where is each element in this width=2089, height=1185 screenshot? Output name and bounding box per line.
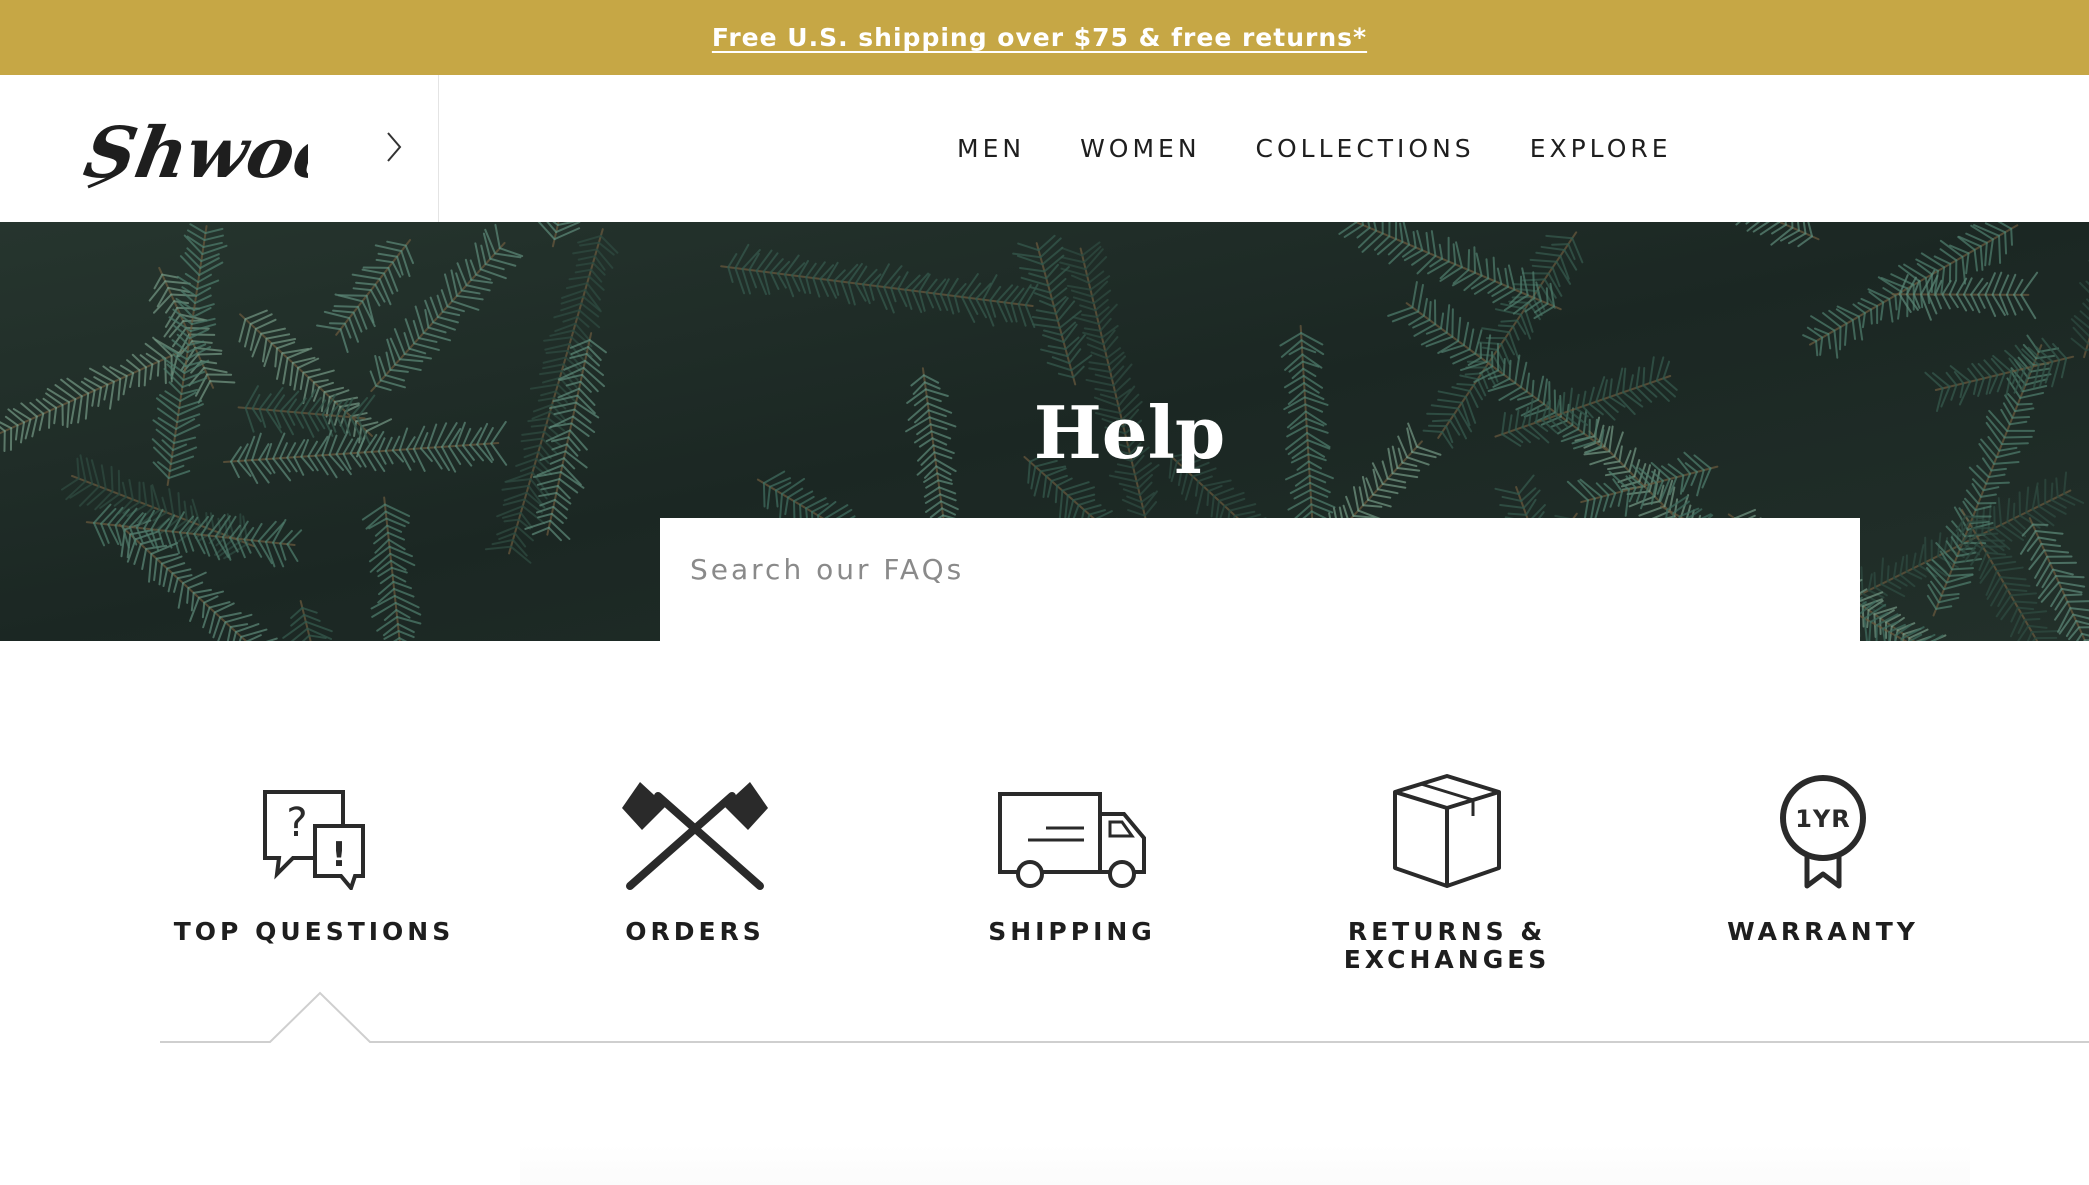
page-title: Help — [0, 390, 2089, 475]
category-tab-indicator — [0, 760, 2089, 1060]
shwood-logo[interactable]: Shwood — [78, 95, 308, 210]
promo-link[interactable]: Free U.S. shipping over $75 & free retur… — [712, 23, 1367, 52]
main-nav: MEN WOMEN COLLECTIONS EXPLORE — [957, 75, 1672, 222]
site-header: Shwood MEN WOMEN COLLECTIONS EXPLORE — [0, 75, 2089, 223]
nav-women[interactable]: WOMEN — [1080, 134, 1200, 163]
promo-bar: Free U.S. shipping over $75 & free retur… — [0, 0, 2089, 75]
faq-search-input[interactable] — [660, 518, 1860, 641]
content-area-edge — [520, 1145, 1970, 1185]
logo-cell: Shwood — [0, 75, 439, 222]
nav-explore[interactable]: EXPLORE — [1530, 134, 1672, 163]
nav-men[interactable]: MEN — [957, 134, 1025, 163]
nav-collections[interactable]: COLLECTIONS — [1256, 134, 1475, 163]
help-categories: ? ! TOP QUESTIONS ORDERS — [0, 760, 2089, 1060]
logo-text: Shwood — [79, 112, 308, 194]
shwood-script-logo: Shwood — [78, 95, 308, 205]
chevron-right-icon[interactable] — [384, 129, 404, 170]
